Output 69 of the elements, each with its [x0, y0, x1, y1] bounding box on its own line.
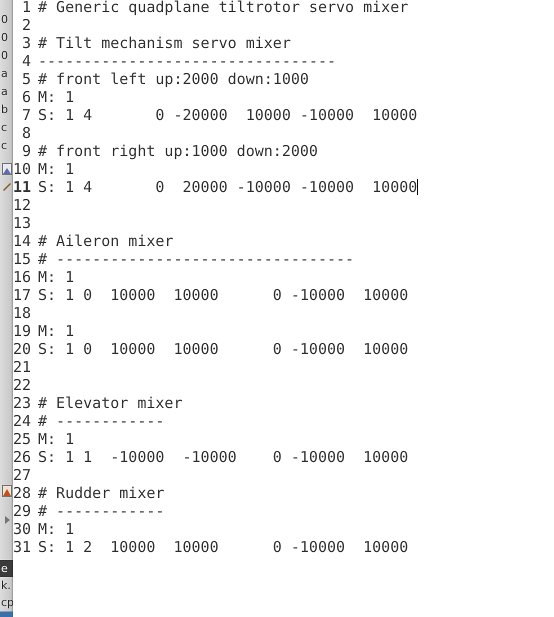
- code-line: # Rudder mixer: [38, 484, 164, 502]
- line-number: 6: [20, 88, 31, 106]
- line-number: 18: [13, 304, 31, 322]
- code-line: # front right up:1000 down:2000: [38, 142, 318, 160]
- code-line: # Aileron mixer: [38, 232, 174, 250]
- image-icon[interactable]: [2, 163, 12, 175]
- line-number: 5: [20, 70, 31, 88]
- line-number: 9: [20, 142, 31, 160]
- line-number: 13: [13, 214, 31, 232]
- line-number: 27: [13, 466, 31, 484]
- window-text: 0: [0, 48, 9, 64]
- code-line: S: 1 4 0 20000 -10000 -10000 10000: [38, 178, 418, 196]
- line-number: 28: [13, 484, 31, 502]
- line-number: 26: [13, 448, 31, 466]
- window-text: a: [0, 66, 9, 82]
- line-number: 7: [20, 106, 31, 124]
- code-line: S: 1 4 0 -20000 10000 -10000 10000: [38, 106, 418, 124]
- line-number: 12: [13, 196, 31, 214]
- code-line: M: 1: [38, 520, 74, 538]
- code-line: # front left up:2000 down:1000: [38, 70, 309, 88]
- line-number: 10: [13, 160, 31, 178]
- window-text: e: [0, 560, 13, 577]
- line-number: 22: [13, 376, 31, 394]
- line-number: 4: [20, 52, 31, 70]
- line-number: 21: [13, 358, 31, 376]
- line-number: 2: [20, 16, 31, 34]
- line-number: 20: [13, 340, 31, 358]
- window-text: c: [0, 138, 8, 154]
- window-text: b: [0, 102, 9, 118]
- line-number: 1: [20, 0, 31, 16]
- code-line: S: 1 1 -10000 -10000 0 -10000 10000: [38, 448, 408, 466]
- code-line: ---------------------------------: [38, 52, 336, 70]
- pencil-icon[interactable]: [2, 181, 12, 191]
- line-number: 23: [13, 394, 31, 412]
- image-icon[interactable]: [2, 485, 12, 497]
- line-number: 24: [13, 412, 31, 430]
- line-number: 17: [13, 286, 31, 304]
- line-number: 16: [13, 268, 31, 286]
- line-number: 11: [13, 178, 31, 196]
- code-line: # Tilt mechanism servo mixer: [38, 34, 291, 52]
- line-number: 14: [13, 232, 31, 250]
- window-text: k.: [0, 578, 12, 594]
- code-line: # Elevator mixer: [38, 394, 182, 412]
- code-line: M: 1: [38, 88, 74, 106]
- code-line: # ---------------------------------: [38, 250, 354, 268]
- window-text: 0: [0, 30, 9, 46]
- code-line: S: 1 0 10000 10000 0 -10000 10000: [38, 340, 408, 358]
- code-line: M: 1: [38, 322, 74, 340]
- window-text: 0: [0, 12, 9, 28]
- text-cursor: [417, 179, 418, 195]
- code-line: # ------------: [38, 412, 164, 430]
- code-line: # Generic quadplane tiltrotor servo mixer: [38, 0, 408, 16]
- code-line: S: 1 2 10000 10000 0 -10000 10000: [38, 538, 408, 556]
- code-line: M: 1: [38, 430, 74, 448]
- code-line: M: 1: [38, 268, 74, 286]
- code-line: # ------------: [38, 502, 164, 520]
- line-number: 25: [13, 430, 31, 448]
- window-text: c: [0, 120, 8, 136]
- line-number: 31: [13, 538, 31, 556]
- line-number: 3: [20, 34, 31, 52]
- line-number: 30: [13, 520, 31, 538]
- line-number: 15: [13, 250, 31, 268]
- window-text: a: [0, 84, 9, 100]
- line-number: 8: [20, 124, 31, 142]
- line-number: 19: [13, 322, 31, 340]
- expander-icon[interactable]: [5, 516, 10, 524]
- line-number: 29: [13, 502, 31, 520]
- code-line: S: 1 0 10000 10000 0 -10000 10000: [38, 286, 408, 304]
- code-line: M: 1: [38, 160, 74, 178]
